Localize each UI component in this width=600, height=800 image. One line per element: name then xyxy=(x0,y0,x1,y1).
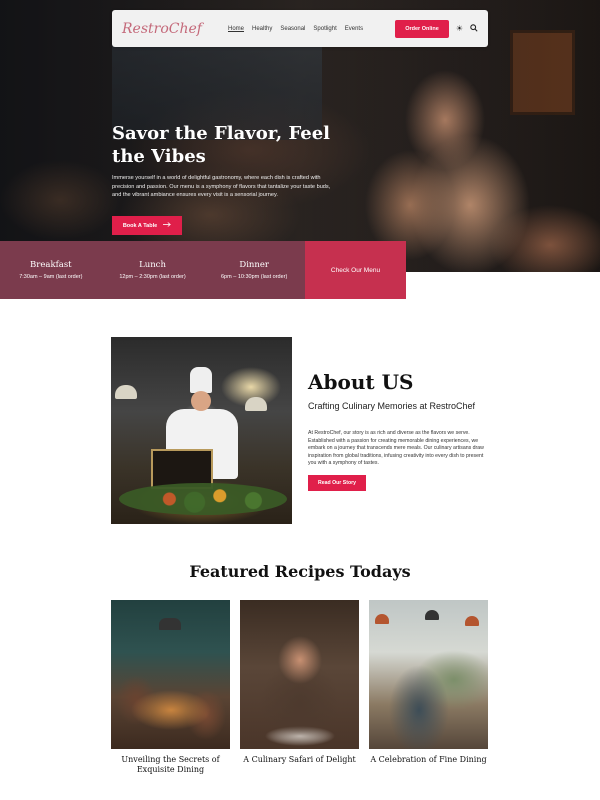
recipe-card-title[interactable]: A Celebration of Fine Dining xyxy=(369,755,488,765)
lamp-shape xyxy=(115,385,137,399)
pendant-lamp-shape xyxy=(159,618,181,630)
nav-item-healthy[interactable]: Healthy xyxy=(252,26,272,32)
about-chef-image xyxy=(111,337,292,524)
book-table-label: Book A Table xyxy=(122,222,158,229)
hours-breakfast: Breakfast 7:30am – 9am (last order) xyxy=(0,241,102,299)
chef-hat-shape xyxy=(190,367,212,393)
order-online-button[interactable]: Order Online xyxy=(395,19,449,38)
hours-time: 7:30am – 9am (last order) xyxy=(19,274,83,280)
recipe-card[interactable]: Unveiling the Secrets of Exquisite Dinin… xyxy=(111,600,230,775)
check-menu-button[interactable]: Check Our Menu xyxy=(305,241,406,299)
nav-item-home[interactable]: Home xyxy=(228,26,244,32)
arrow-right-icon xyxy=(163,222,171,229)
recipe-card[interactable]: A Culinary Safari of Delight xyxy=(240,600,359,765)
hero-section: RestroChef Home Healthy Seasonal Spotlig… xyxy=(0,0,600,272)
hero-title: Savor the Flavor, Feel the Vibes xyxy=(112,123,330,167)
search-icon[interactable] xyxy=(470,23,478,34)
hours-dinner: Dinner 6pm – 10:30pm (last order) xyxy=(203,241,305,299)
featured-title: Featured Recipes Todays xyxy=(189,562,411,581)
hero-description: Immerse yourself in a world of delightfu… xyxy=(112,175,331,198)
pendant-lamp-shape xyxy=(375,614,389,624)
top-navbar: RestroChef Home Healthy Seasonal Spotlig… xyxy=(112,10,488,47)
food-display-shape xyxy=(119,483,287,515)
recipe-card-title[interactable]: Unveiling the Secrets of Exquisite Dinin… xyxy=(111,755,230,775)
hours-time: 12pm – 2:30pm (last order) xyxy=(119,274,186,280)
nav-menu: Home Healthy Seasonal Spotlight Events xyxy=(228,26,363,32)
pendant-lamp-shape xyxy=(425,610,439,620)
nav-item-seasonal[interactable]: Seasonal xyxy=(280,26,305,32)
about-subtitle: Crafting Culinary Memories at RestroChef xyxy=(308,401,476,411)
recipe-card-image[interactable] xyxy=(240,600,359,749)
recipe-card-image[interactable] xyxy=(369,600,488,749)
hours-name: Dinner xyxy=(239,260,269,270)
read-story-button[interactable]: Read Our Story xyxy=(308,475,366,491)
chef-face-shape xyxy=(191,391,211,411)
recipe-card-title[interactable]: A Culinary Safari of Delight xyxy=(240,755,359,765)
lamp-shape xyxy=(245,397,267,411)
nav-item-spotlight[interactable]: Spotlight xyxy=(313,26,336,32)
pendant-lamp-shape xyxy=(465,616,479,626)
hours-lunch: Lunch 12pm – 2:30pm (last order) xyxy=(102,241,204,299)
hours-name: Lunch xyxy=(139,260,166,270)
logo[interactable]: RestroChef xyxy=(122,21,222,37)
recipe-card[interactable]: A Celebration of Fine Dining xyxy=(369,600,488,765)
about-title: About US xyxy=(308,370,414,394)
recipe-card-image[interactable] xyxy=(111,600,230,749)
nav-item-events[interactable]: Events xyxy=(345,26,363,32)
book-table-button[interactable]: Book A Table xyxy=(112,216,182,235)
hours-time: 6pm – 10:30pm (last order) xyxy=(221,274,288,280)
about-description: At RestroChef, our story is as rich and … xyxy=(308,430,484,467)
opening-hours-bar: Breakfast 7:30am – 9am (last order) Lunc… xyxy=(0,241,305,299)
hours-name: Breakfast xyxy=(30,260,72,270)
theme-toggle-icon[interactable]: ☀ xyxy=(456,24,463,33)
